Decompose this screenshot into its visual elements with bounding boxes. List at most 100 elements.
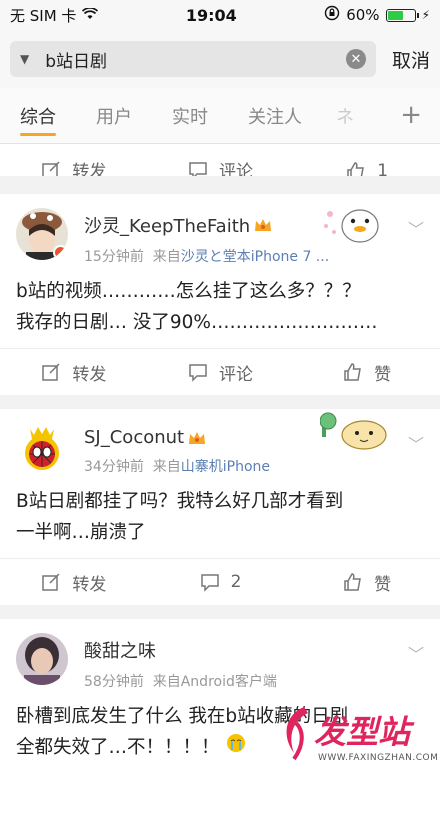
source-link[interactable]: 沙灵と堂本iPhone 7 ... — [181, 249, 329, 265]
comment-button[interactable]: 2 — [147, 571, 294, 593]
search-tabs: 综合 用户 实时 关注人 ネ + — [0, 88, 440, 144]
post-time: 15分钟前 — [84, 249, 144, 265]
prev-post-actions: 转发 评论 1 — [0, 144, 440, 176]
orientation-lock-icon — [324, 5, 340, 25]
post-card[interactable]: 沙灵_KeepTheFaith 15分钟前 来自沙灵と堂本iPhone 7 ..… — [0, 194, 440, 395]
post-time: 58分钟前 — [84, 674, 144, 690]
chevron-down-icon[interactable]: ﹀ — [408, 641, 424, 665]
username[interactable]: SJ_Coconut — [84, 427, 184, 448]
thumbs-up-icon — [342, 361, 364, 383]
post-subline: 58分钟前 来自Android客户端 — [84, 671, 277, 691]
post-line: b站的视频…………怎么挂了这么多？？？ — [16, 281, 361, 302]
post-subline: 34分钟前 来自山寨机iPhone — [84, 456, 270, 476]
search-box: ▼ ✕ — [10, 41, 376, 77]
post-line: 一半啊…崩溃了 — [16, 522, 146, 543]
like-button[interactable]: 赞 — [293, 360, 440, 385]
username-row: SJ_Coconut — [84, 427, 270, 448]
post-actions: 转发 2 赞 — [0, 559, 440, 605]
tab-comprehensive[interactable]: 综合 — [0, 88, 76, 144]
cancel-button[interactable]: 取消 — [392, 46, 430, 73]
username-row: 酸甜之味 — [84, 637, 277, 663]
comment-icon — [199, 571, 221, 593]
search-input[interactable] — [43, 48, 346, 70]
verified-badge-icon — [53, 245, 68, 260]
crown-icon — [188, 430, 206, 446]
tab-following[interactable]: 关注人 — [228, 88, 322, 144]
comment-icon — [187, 159, 209, 176]
post-header: 沙灵_KeepTheFaith 15分钟前 来自沙灵と堂本iPhone 7 ..… — [0, 194, 440, 266]
repost-label: 转发 — [72, 162, 107, 176]
repost-button[interactable]: 转发 — [0, 157, 147, 176]
username[interactable]: 酸甜之味 — [84, 637, 156, 663]
watermark-url: WWW.FAXINGZHAN.COM — [318, 753, 439, 763]
post-header: SJ_Coconut 34分钟前 来自山寨机iPhone ﹀ — [0, 409, 440, 476]
watermark-logo-icon — [286, 707, 308, 761]
crying-emoji-icon — [225, 734, 247, 758]
clock: 19:04 — [185, 5, 237, 25]
like-label: 赞 — [374, 574, 392, 595]
like-button[interactable]: 1 — [293, 160, 440, 176]
goose-sticker-icon — [322, 198, 388, 250]
comment-button[interactable]: 评论 — [147, 157, 294, 176]
comment-label: 评论 — [219, 162, 253, 176]
repost-button[interactable]: 转发 — [0, 570, 147, 595]
thumbs-up-icon — [345, 160, 367, 176]
clear-search-button[interactable]: ✕ — [345, 49, 366, 69]
source-prefix: 来自 — [152, 459, 181, 475]
crown-icon — [254, 217, 272, 233]
comment-button[interactable]: 评论 — [147, 360, 294, 385]
tab-realtime[interactable]: 实时 — [152, 88, 228, 144]
battery-icon — [385, 8, 419, 22]
repost-label: 转发 — [72, 574, 107, 595]
battery-percent: 60% — [346, 6, 380, 24]
post-subline: 15分钟前 来自沙灵と堂本iPhone 7 ... — [84, 246, 329, 266]
post-meta: 沙灵_KeepTheFaith 15分钟前 来自沙灵と堂本iPhone 7 ..… — [84, 208, 329, 266]
comment-icon — [187, 361, 209, 383]
tab-users[interactable]: 用户 — [76, 88, 152, 144]
source-link[interactable]: 山寨机iPhone — [181, 459, 270, 475]
comment-count: 2 — [230, 572, 242, 592]
post-text: B站日剧都挂了吗？我特么好几部才看到 一半啊…崩溃了 — [0, 476, 440, 558]
post-text: b站的视频…………怎么挂了这么多？？？ 我存的日剧… 没了90%……………………… — [0, 266, 440, 348]
status-bar: 无 SIM 卡 19:04 60% ⚡ — [0, 0, 440, 30]
status-right: 60% ⚡ — [324, 5, 430, 25]
username[interactable]: 沙灵_KeepTheFaith — [84, 212, 250, 238]
like-label: 赞 — [374, 364, 392, 385]
avatar[interactable] — [16, 423, 68, 475]
post-time: 34分钟前 — [84, 459, 144, 475]
chevron-down-icon[interactable]: ﹀ — [408, 431, 424, 455]
status-left: 无 SIM 卡 — [10, 5, 99, 26]
like-count: 1 — [377, 161, 389, 176]
repost-icon — [40, 159, 62, 176]
search-bar: ▼ ✕ 取消 — [0, 30, 440, 88]
post-header: 酸甜之味 58分钟前 来自Android客户端 ﹀ — [0, 619, 440, 691]
source-prefix: 来自Android客户端 — [152, 674, 277, 690]
post-meta: 酸甜之味 58分钟前 来自Android客户端 — [84, 633, 277, 691]
avatar[interactable] — [16, 633, 68, 685]
tab-partial[interactable]: ネ — [322, 88, 354, 144]
repost-button[interactable]: 转发 — [0, 360, 147, 385]
post-actions: 转发 评论 赞 — [0, 349, 440, 395]
like-button[interactable]: 赞 — [293, 570, 440, 595]
wifi-icon — [82, 6, 99, 24]
post-line: B站日剧都挂了吗？我特么好几部才看到 — [16, 491, 344, 512]
post-line-text: 全都失效了…不！！！！ — [16, 737, 220, 758]
carrier-label: 无 SIM 卡 — [10, 6, 77, 25]
add-tab-icon[interactable]: + — [400, 100, 422, 130]
charging-icon: ⚡ — [421, 8, 430, 22]
avatar[interactable] — [16, 208, 68, 260]
comment-label: 评论 — [219, 364, 253, 385]
post-meta: SJ_Coconut 34分钟前 来自山寨机iPhone — [84, 423, 270, 476]
repost-icon — [40, 571, 62, 593]
search-type-dropdown-icon[interactable]: ▼ — [20, 52, 29, 66]
repost-label: 转发 — [72, 364, 107, 385]
watermark-text: 发型站 — [314, 713, 411, 751]
username-row: 沙灵_KeepTheFaith — [84, 212, 329, 238]
repost-icon — [40, 361, 62, 383]
watermark: 发型站 WWW.FAXINGZHAN.COM — [274, 703, 438, 773]
source-prefix: 来自 — [152, 249, 181, 265]
post-line: 我存的日剧… 没了90%……………………… — [16, 312, 378, 333]
chevron-down-icon[interactable]: ﹀ — [408, 216, 424, 240]
post-card[interactable]: SJ_Coconut 34分钟前 来自山寨机iPhone ﹀ B站日剧都挂了吗？… — [0, 409, 440, 605]
thumbs-up-icon — [342, 571, 364, 593]
